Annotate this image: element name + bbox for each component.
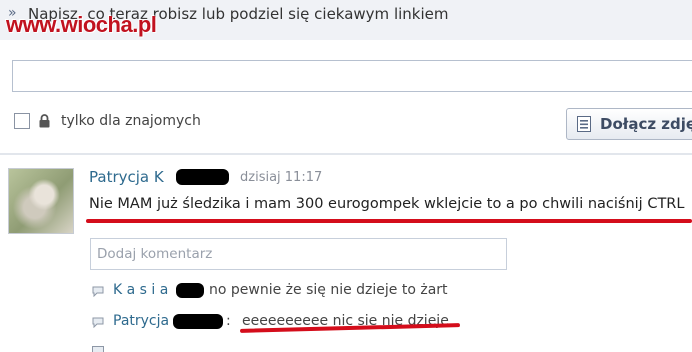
comment-text: no pewnie że się nie dzieje to żart <box>209 282 448 298</box>
status-input[interactable] <box>12 60 692 92</box>
attach-photo-button[interactable]: Dołącz zdję <box>566 108 692 140</box>
highlight-underline <box>86 219 692 223</box>
divider <box>0 153 692 155</box>
redacted-surname <box>173 314 223 329</box>
post-author-name: Patrycja <box>89 168 150 186</box>
comment-author[interactable]: Patrycja <box>113 313 169 329</box>
comment-bubble-icon <box>92 346 104 352</box>
friends-only-checkbox[interactable] <box>14 113 30 129</box>
friends-only-label: tylko dla znajomych <box>61 113 201 129</box>
post-author[interactable]: Patrycja K <box>89 168 164 186</box>
comment-separator: : <box>226 313 231 329</box>
post-author-initial: K <box>153 168 164 186</box>
lock-icon <box>39 114 50 128</box>
comment-bubble-icon <box>92 286 104 297</box>
post-text: Nie MAM już śledzika i mam 300 eurogompe… <box>89 196 685 212</box>
post-timestamp: dzisiaj 11:17 <box>240 170 323 185</box>
comment-author[interactable]: K a s i a <box>113 282 168 298</box>
avatar[interactable] <box>8 168 74 234</box>
watermark: www.wiocha.pl <box>6 12 157 37</box>
comment-bubble-icon <box>92 317 104 328</box>
attach-photo-label: Dołącz zdję <box>600 115 692 133</box>
photo-icon <box>577 116 591 132</box>
redacted-surname <box>176 283 204 298</box>
redacted-surname <box>176 169 229 185</box>
comment-input[interactable]: Dodaj komentarz <box>90 238 507 270</box>
